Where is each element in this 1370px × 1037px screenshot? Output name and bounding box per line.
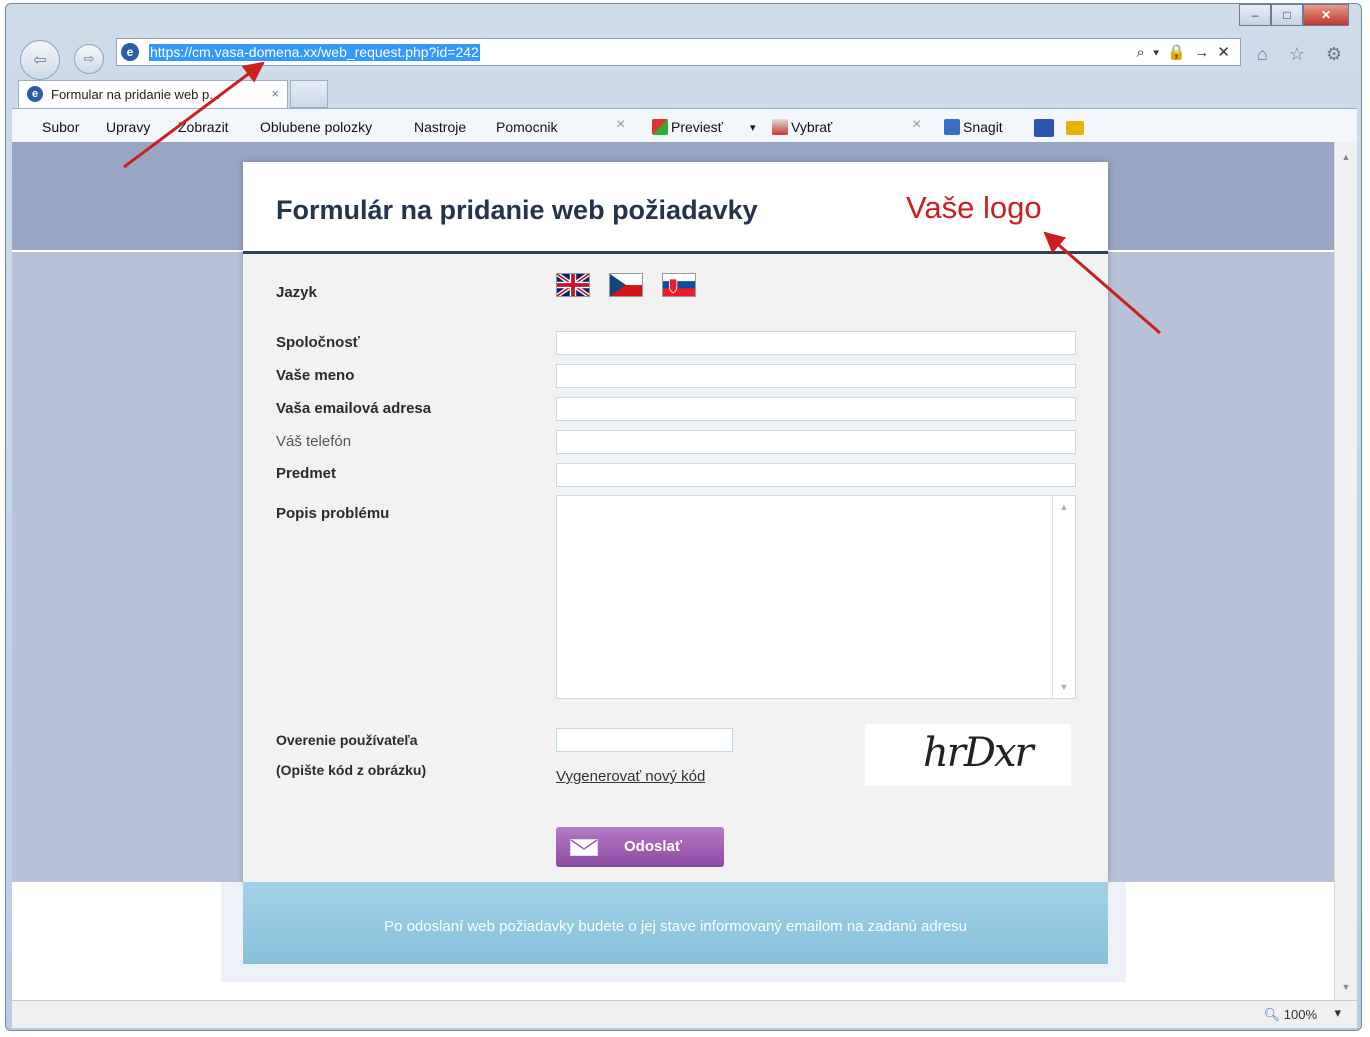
preview-icon [652,119,668,135]
captcha-code: hrDxr [923,730,1034,776]
phone-input[interactable] [556,430,1076,454]
back-button[interactable]: ⇦ [20,40,60,80]
language-label: Jazyk [276,284,317,301]
site-icon: e [121,43,139,61]
browser-tab[interactable]: e Formular na pridanie web p... × [18,80,288,108]
name-label: Vaše meno [276,367,355,384]
company-input[interactable] [556,331,1076,355]
zoom-caret-icon[interactable]: ▾ [1334,1005,1341,1021]
forward-button[interactable]: ⇨ [74,44,104,74]
request-form: Formulár na pridanie web požiadavky Vaše… [243,162,1108,964]
capture-icon [1034,119,1054,137]
tab-label: Formular na pridanie web p... [51,87,221,102]
snagit-capture-button[interactable] [1034,119,1057,137]
snagit-icon [944,119,960,135]
page-viewport: Formulár na pridanie web požiadavky Vaše… [12,142,1334,1000]
home-favorites-tools-icons[interactable]: ⌂ ☆ ⚙ [1257,44,1350,65]
new-tab-button[interactable] [290,80,328,108]
slovak-flag-icon[interactable] [662,273,696,297]
toolbar-close-2[interactable]: × [912,116,921,134]
snagit-edit-button[interactable] [1066,119,1087,135]
snagit-button[interactable]: Snagit [944,119,1003,135]
description-textarea[interactable]: ▲ ▼ [556,495,1076,699]
company-label: Spoločnosť [276,334,360,351]
captcha-label: Overenie používateľa [276,732,418,748]
menu-item-file[interactable]: Subor [42,119,79,135]
status-bar: 🔍︎ 100% ▾ [12,1000,1357,1028]
captcha-image: hrDxr [865,724,1071,786]
scroll-up-icon[interactable]: ▲ [1053,502,1075,512]
edit-icon [1066,121,1084,135]
select-icon [772,119,788,135]
uk-flag-icon[interactable] [556,273,590,297]
logo-placeholder: Vaše logo [906,190,1042,225]
submit-button[interactable]: Odoslať [556,827,724,867]
url-text[interactable]: https://cm.vasa-domena.xx/web_request.ph… [149,44,480,61]
menu-item-view[interactable]: Zobrazit [178,119,229,135]
menu-item-edit[interactable]: Upravy [106,119,150,135]
menu-bar: Subor Upravy Zobrazit Oblubene polozky N… [12,108,1357,142]
tab-close-icon[interactable]: × [271,86,279,101]
name-input[interactable] [556,364,1076,388]
phone-label: Váš telefón [276,433,352,450]
menu-item-tools[interactable]: Nastroje [414,119,466,135]
envelope-icon [570,839,598,856]
scroll-down-icon[interactable]: ▼ [1053,682,1075,692]
zoom-level[interactable]: 🔍︎ 100% [1264,1007,1317,1023]
textarea-scrollbar[interactable]: ▲ ▼ [1052,496,1075,698]
page-scroll-up-icon[interactable]: ▲ [1335,152,1357,162]
form-footer-note: Po odoslaní web požiadavky budete o jej … [243,882,1108,964]
magnifier-icon: 🔍︎ [1263,1007,1281,1022]
maximize-button[interactable]: □ [1271,4,1303,26]
window-controls: – □ ✕ [1239,4,1349,26]
preview-button[interactable]: Previesť [652,119,723,135]
form-header: Formulár na pridanie web požiadavky Vaše… [243,162,1108,254]
captcha-hint: (Opište kód z obrázku) [276,762,427,778]
select-button[interactable]: Vybrať [772,119,832,135]
czech-flag-icon[interactable] [609,273,643,297]
captcha-input[interactable] [556,728,733,752]
page-title: Formulár na pridanie web požiadavky [276,195,758,225]
close-window-button[interactable]: ✕ [1303,4,1349,26]
toolbar-close-1[interactable]: × [616,116,625,134]
menu-item-favorites[interactable]: Oblubene polozky [260,119,372,135]
email-label: Vaša emailová adresa [276,400,432,417]
submit-label: Odoslať [624,838,683,855]
address-tools[interactable]: ⌕ ▾ 🔒 → ✕ [1136,43,1232,61]
preview-caret[interactable]: ▾ [750,121,756,134]
email-input[interactable] [556,397,1076,421]
description-label: Popis problému [276,505,390,522]
page-scroll-down-icon[interactable]: ▼ [1335,982,1357,992]
minimize-button[interactable]: – [1239,4,1271,26]
address-bar[interactable]: e https://cm.vasa-domena.xx/web_request.… [116,38,1241,66]
menu-item-help[interactable]: Pomocnik [496,119,557,135]
tab-site-icon: e [27,86,43,102]
page-scrollbar[interactable]: ▲ ▼ [1334,142,1357,1000]
subject-input[interactable] [556,463,1076,487]
subject-label: Predmet [276,465,337,482]
regenerate-code-link[interactable]: Vygenerovať nový kód [556,768,705,785]
